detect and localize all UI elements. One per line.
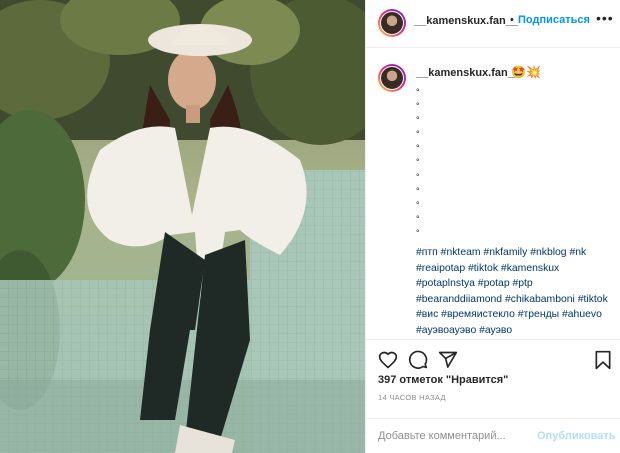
- heart-icon[interactable]: [378, 350, 398, 370]
- caption-hashtags[interactable]: #птп #nkteam #nkfamily #nkblog #nk #reai…: [416, 245, 616, 338]
- comment-icon[interactable]: [408, 350, 428, 370]
- dot-line: °: [416, 143, 420, 154]
- dot-line: °: [416, 157, 420, 168]
- instagram-post: __kamenskux.fan__ • Подписаться ••• __ka…: [0, 0, 620, 453]
- dot-line: °: [416, 171, 420, 182]
- caption-username[interactable]: __kamenskux.fan__: [416, 67, 520, 79]
- bookmark-icon[interactable]: [594, 350, 612, 370]
- dot-line: °: [416, 129, 420, 140]
- dot-line: °: [416, 213, 420, 224]
- post-sidebar: __kamenskux.fan__ • Подписаться ••• __ka…: [365, 0, 620, 453]
- comment-box: Добавьте комментарий... Опубликовать: [366, 418, 620, 453]
- likes-count[interactable]: 397 отметок "Нравится": [378, 374, 508, 386]
- dot-line: °: [416, 199, 420, 210]
- caption-emojis: 🤩💥: [511, 65, 541, 79]
- caption-dot-lines: ° ° ° ° ° ° ° ° ° ° °: [416, 85, 420, 240]
- avatar[interactable]: [378, 9, 406, 37]
- caption-avatar[interactable]: [378, 64, 406, 92]
- comment-input[interactable]: Добавьте комментарий...: [378, 430, 506, 442]
- post-header: __kamenskux.fan__ • Подписаться •••: [366, 0, 620, 48]
- separator-dot: •: [510, 14, 514, 26]
- post-timestamp[interactable]: 14 ЧАСОВ НАЗАД: [378, 393, 446, 402]
- post-photo[interactable]: [0, 0, 365, 453]
- dot-line: °: [416, 87, 420, 97]
- publish-button[interactable]: Опубликовать: [537, 430, 616, 442]
- follow-button[interactable]: Подписаться: [518, 14, 590, 26]
- more-icon[interactable]: •••: [596, 10, 614, 26]
- dot-line: °: [416, 101, 420, 112]
- share-icon[interactable]: [438, 350, 458, 370]
- header-username[interactable]: __kamenskux.fan__: [414, 15, 518, 27]
- caption: __kamenskux.fan__ 🤩💥 ° ° ° ° ° ° ° ° ° °…: [366, 49, 620, 338]
- dot-line: °: [416, 227, 420, 238]
- dot-line: °: [416, 185, 420, 196]
- dot-line: °: [416, 115, 420, 126]
- action-bar: [366, 339, 620, 379]
